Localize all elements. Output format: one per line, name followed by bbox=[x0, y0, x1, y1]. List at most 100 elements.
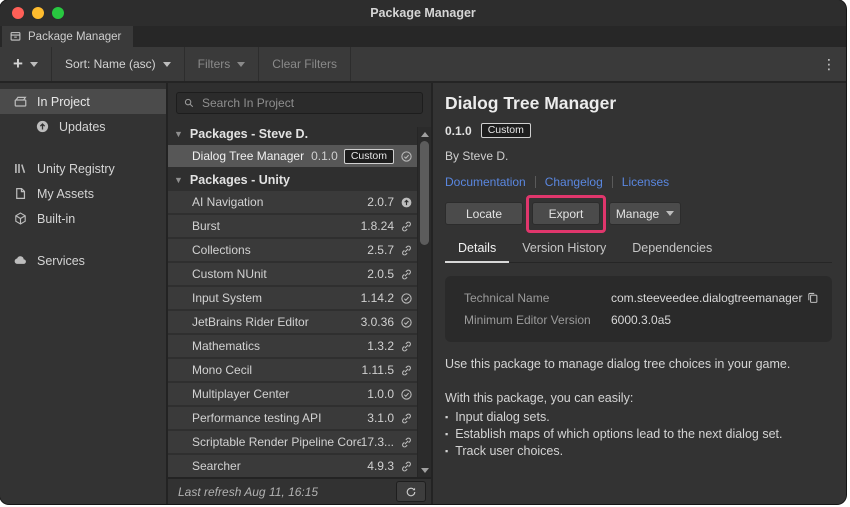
package-meta: 1.8.24 bbox=[361, 219, 413, 233]
link-icon bbox=[400, 244, 413, 257]
package-row-performance-testing-api[interactable]: Performance testing API 3.1.0 bbox=[168, 407, 431, 429]
sidebar-item-in-project[interactable]: In Project bbox=[0, 89, 166, 114]
package-version: 1.0.0 bbox=[367, 387, 394, 401]
services-icon bbox=[13, 253, 28, 268]
package-manager-window: Package Manager Package Manager + Sort: … bbox=[0, 0, 846, 504]
tab-version-history[interactable]: Version History bbox=[509, 241, 619, 262]
link-icon bbox=[400, 340, 413, 353]
sidebar-item-my-assets[interactable]: My Assets bbox=[0, 181, 166, 206]
package-group-packages-unity[interactable]: ▼ Packages - Unity bbox=[168, 169, 431, 191]
package-version: 1.14.2 bbox=[361, 291, 394, 305]
info-label: Technical Name bbox=[464, 291, 611, 305]
add-package-button[interactable]: + bbox=[0, 47, 52, 81]
package-meta: 1.0.0 bbox=[367, 387, 413, 401]
scroll-down-arrow-icon[interactable] bbox=[418, 464, 431, 476]
tab-details[interactable]: Details bbox=[445, 241, 509, 263]
sidebar-item-updates[interactable]: Updates bbox=[0, 114, 166, 139]
package-version: 1.8.24 bbox=[361, 219, 394, 233]
list-scrollbar[interactable] bbox=[417, 127, 431, 477]
package-row-scriptable-render-pipeline-core[interactable]: Scriptable Render Pipeline Core 17.3... bbox=[168, 431, 431, 453]
package-row-mono-cecil[interactable]: Mono Cecil 1.11.5 bbox=[168, 359, 431, 381]
package-row-collections[interactable]: Collections 2.5.7 bbox=[168, 239, 431, 261]
licenses-link[interactable]: Licenses bbox=[622, 175, 669, 189]
scrollbar-thumb[interactable] bbox=[420, 141, 429, 245]
unity-registry-icon bbox=[13, 161, 28, 176]
description-bullets: ▪ Input dialog sets. ▪ Establish maps of… bbox=[445, 409, 832, 460]
package-row-custom-nunit[interactable]: Custom NUnit 2.0.5 bbox=[168, 263, 431, 285]
sidebar-item-services[interactable]: Services bbox=[0, 248, 166, 273]
package-meta: 2.0.7 bbox=[367, 195, 413, 209]
package-meta: 2.0.5 bbox=[367, 267, 413, 281]
package-group-packages-steve-d[interactable]: ▼ Packages - Steve D. bbox=[168, 123, 431, 145]
package-meta: 3.1.0 bbox=[367, 411, 413, 425]
documentation-link[interactable]: Documentation bbox=[445, 175, 526, 189]
filters-dropdown[interactable]: Filters bbox=[185, 47, 260, 81]
refresh-icon bbox=[405, 486, 417, 498]
package-version: 0.1.0 bbox=[445, 124, 472, 138]
update-circle-icon bbox=[400, 196, 413, 209]
refresh-button[interactable] bbox=[396, 481, 426, 502]
link-icon bbox=[400, 364, 413, 377]
link-icon bbox=[400, 220, 413, 233]
changelog-link[interactable]: Changelog bbox=[545, 175, 603, 189]
built-in-icon bbox=[13, 211, 28, 226]
chevron-down-icon bbox=[237, 62, 245, 67]
package-links: Documentation Changelog Licenses bbox=[445, 175, 832, 189]
package-title: Dialog Tree Manager bbox=[445, 93, 832, 114]
info-value: 6000.3.0a5 bbox=[611, 313, 820, 327]
export-button[interactable]: Export bbox=[532, 202, 600, 225]
sidebar-item-label: Updates bbox=[59, 120, 106, 134]
manage-dropdown-button[interactable]: Manage bbox=[609, 202, 681, 225]
package-row-input-system[interactable]: Input System 1.14.2 bbox=[168, 287, 431, 309]
main-area: In Project Updates Unity Registry My Ass… bbox=[0, 83, 846, 504]
package-row-mathematics[interactable]: Mathematics 1.3.2 bbox=[168, 335, 431, 357]
info-value: com.steeveedee.dialogtreemanager bbox=[611, 291, 806, 305]
locate-button[interactable]: Locate bbox=[445, 202, 523, 225]
package-manager-tab[interactable]: Package Manager bbox=[2, 26, 133, 47]
package-meta: 1.3.2 bbox=[367, 339, 413, 353]
kebab-menu-icon[interactable]: ⋮ bbox=[812, 56, 846, 73]
package-row-multiplayer-center[interactable]: Multiplayer Center 1.0.0 bbox=[168, 383, 431, 405]
search-input[interactable] bbox=[200, 95, 416, 111]
my-assets-icon bbox=[13, 186, 28, 201]
package-version: 0.1.0 bbox=[311, 149, 338, 163]
window-titlebar: Package Manager bbox=[0, 0, 846, 26]
sidebar-item-label: My Assets bbox=[37, 187, 94, 201]
bullet-text: Track user choices. bbox=[455, 443, 563, 460]
package-name: Collections bbox=[192, 243, 367, 257]
package-meta: 2.5.7 bbox=[367, 243, 413, 257]
tab-dependencies[interactable]: Dependencies bbox=[619, 241, 725, 262]
maximize-window-button[interactable] bbox=[52, 7, 64, 19]
minimize-window-button[interactable] bbox=[32, 7, 44, 19]
chevron-down-icon bbox=[30, 62, 38, 67]
package-row-jetbrains-rider-editor[interactable]: JetBrains Rider Editor 3.0.36 bbox=[168, 311, 431, 333]
package-meta: 17.3... bbox=[361, 435, 413, 449]
description-bullet: ▪ Track user choices. bbox=[445, 443, 832, 460]
sort-dropdown[interactable]: Sort: Name (asc) bbox=[52, 47, 185, 81]
description-line: Use this package to manage dialog tree c… bbox=[445, 356, 832, 373]
package-row-dialog-tree-manager[interactable]: Dialog Tree Manager 0.1.0 Custom bbox=[168, 145, 431, 167]
package-description: Use this package to manage dialog tree c… bbox=[445, 356, 832, 460]
details-pane: Dialog Tree Manager 0.1.0 Custom By Stev… bbox=[433, 83, 846, 504]
close-window-button[interactable] bbox=[12, 7, 24, 19]
clear-filters-label: Clear Filters bbox=[272, 57, 337, 71]
package-meta: 4.9.3 bbox=[367, 459, 413, 473]
package-name: Mathematics bbox=[192, 339, 367, 353]
plus-icon: + bbox=[13, 55, 23, 72]
scroll-up-arrow-icon[interactable] bbox=[418, 128, 431, 140]
sidebar-item-built-in[interactable]: Built-in bbox=[0, 206, 166, 231]
clear-filters-button[interactable]: Clear Filters bbox=[259, 47, 351, 81]
sidebar-item-unity-registry[interactable]: Unity Registry bbox=[0, 156, 166, 181]
package-name: Scriptable Render Pipeline Core bbox=[192, 435, 361, 449]
copy-icon[interactable] bbox=[806, 291, 820, 305]
package-row-searcher[interactable]: Searcher 4.9.3 bbox=[168, 455, 431, 477]
manage-label: Manage bbox=[616, 207, 659, 221]
link-icon bbox=[400, 436, 413, 449]
sidebar: In Project Updates Unity Registry My Ass… bbox=[0, 83, 168, 504]
package-row-burst[interactable]: Burst 1.8.24 bbox=[168, 215, 431, 237]
package-name: Input System bbox=[192, 291, 361, 305]
link-icon bbox=[400, 460, 413, 473]
search-box[interactable] bbox=[176, 92, 423, 114]
package-row-ai-navigation[interactable]: AI Navigation 2.0.7 bbox=[168, 191, 431, 213]
package-name: Mono Cecil bbox=[192, 363, 362, 377]
